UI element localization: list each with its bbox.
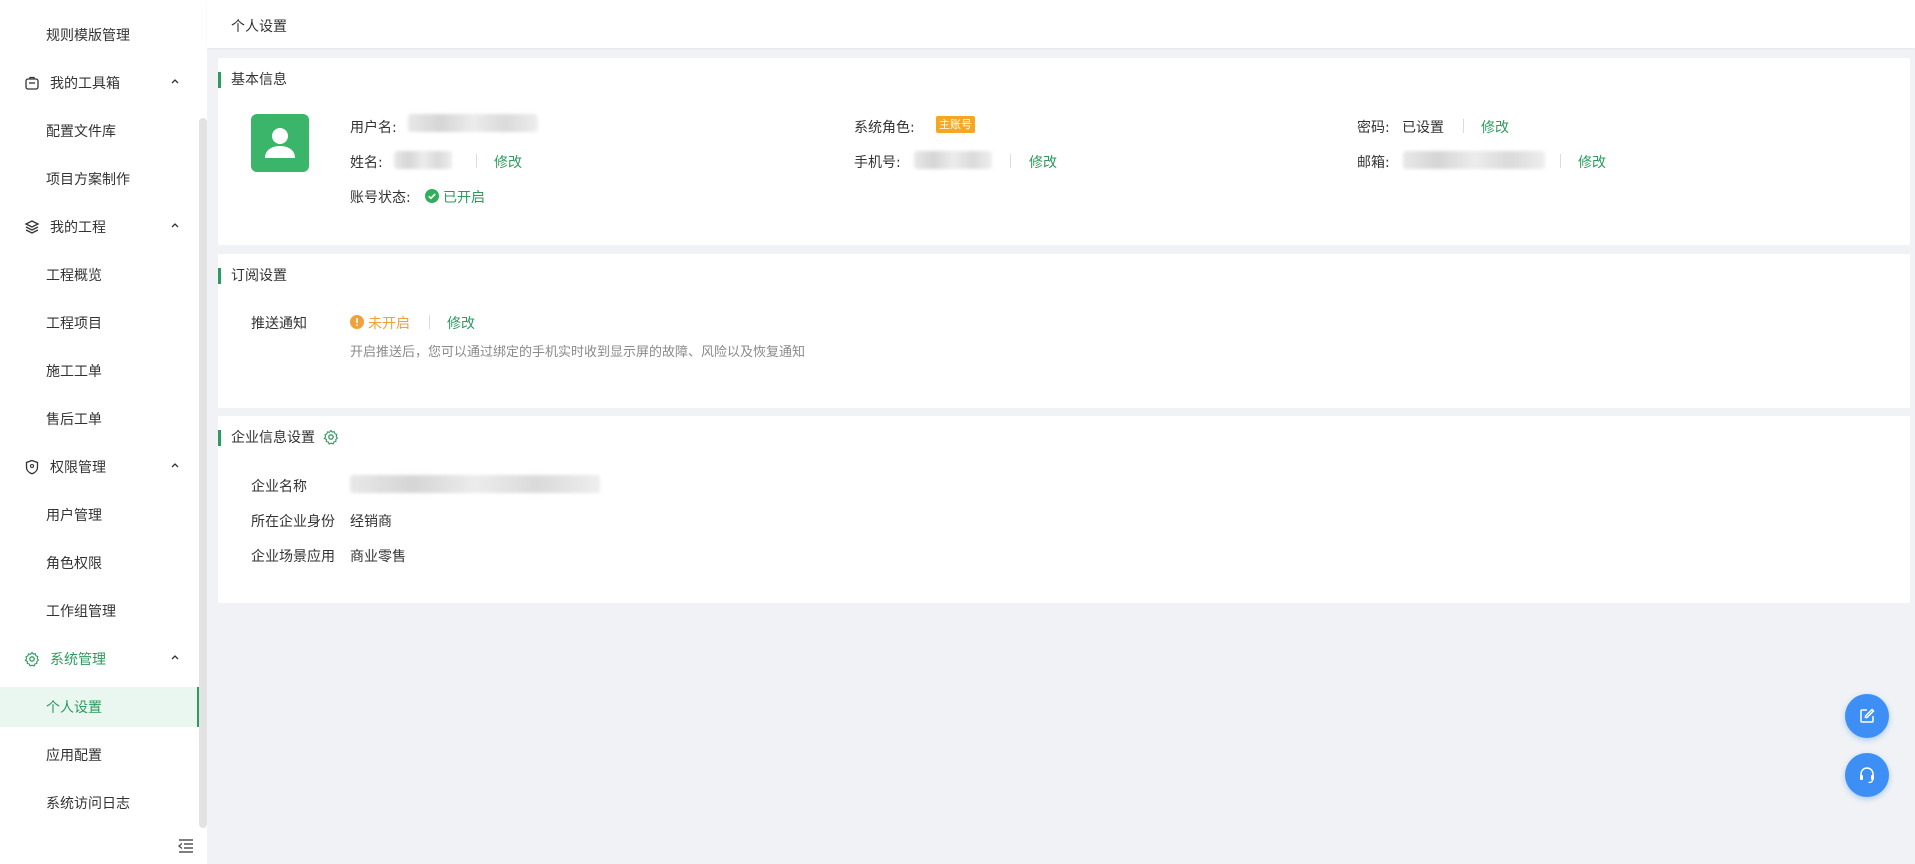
edit-phone-link[interactable]: 修改 xyxy=(1029,152,1057,172)
sidebar-scrollbar[interactable] xyxy=(199,118,207,828)
sidebar-item-personal-settings[interactable]: 个人设置 xyxy=(0,687,199,727)
account-status-value: 已开启 xyxy=(443,190,485,206)
toolbox-icon xyxy=(24,75,40,91)
sidebar-item-work-orders[interactable]: 施工工单 xyxy=(0,351,197,391)
name-label: 姓名: xyxy=(350,155,383,171)
sidebar-group-label: 我的工具箱 xyxy=(50,76,120,92)
edit-push-link[interactable]: 修改 xyxy=(447,313,475,333)
push-notification-label: 推送通知 xyxy=(251,316,307,332)
sidebar-item-label: 配置文件库 xyxy=(46,124,116,140)
gear-icon[interactable] xyxy=(323,429,339,445)
password-label: 密码: xyxy=(1357,120,1390,136)
sidebar-group-system[interactable]: 系统管理 xyxy=(0,639,197,679)
sidebar-item-access-log[interactable]: 系统访问日志 xyxy=(0,783,197,823)
sidebar-group-label: 权限管理 xyxy=(50,460,106,476)
sidebar-item-config-library[interactable]: 配置文件库 xyxy=(0,111,197,151)
phone-value-redacted xyxy=(914,151,992,169)
push-status: 未开启 xyxy=(368,316,410,332)
layers-icon xyxy=(24,219,40,235)
collapse-menu-icon[interactable] xyxy=(177,838,195,854)
company-identity-label: 所在企业身份 xyxy=(251,514,335,530)
basic-info-title: 基本信息 xyxy=(218,72,287,88)
sidebar-group-label: 系统管理 xyxy=(50,652,106,668)
sidebar-item-label: 工作组管理 xyxy=(46,604,116,620)
name-value-redacted xyxy=(394,151,452,169)
sidebar-item-project-overview[interactable]: 工程概览 xyxy=(0,255,197,295)
feedback-button[interactable] xyxy=(1845,694,1889,738)
breadcrumb: 个人设置 xyxy=(231,19,287,35)
edit-icon xyxy=(1860,708,1875,723)
sidebar-item-rule-template[interactable]: 规则模版管理 xyxy=(0,15,197,55)
company-identity-value: 经销商 xyxy=(350,514,392,530)
sidebar-item-app-config[interactable]: 应用配置 xyxy=(0,735,197,775)
password-value: 已设置 xyxy=(1402,120,1444,136)
sidebar-item-label: 施工工单 xyxy=(46,364,102,380)
username-label: 用户名: xyxy=(350,120,397,136)
sidebar-item-label: 工程概览 xyxy=(46,268,102,284)
company-name-redacted xyxy=(350,475,600,493)
basic-info-card: 基本信息 用户名: 姓名: 修改 账号状态: 已开启 系统角色: 主账号 手机号… xyxy=(218,58,1910,245)
divider xyxy=(1463,119,1464,133)
sidebar-item-after-sales[interactable]: 售后工单 xyxy=(0,399,197,439)
sidebar-group-projects[interactable]: 我的工程 xyxy=(0,207,197,247)
sidebar-item-label: 应用配置 xyxy=(46,748,102,764)
page-header: 个人设置 xyxy=(207,0,1915,48)
divider xyxy=(429,315,430,329)
chevron-up-icon xyxy=(171,463,179,468)
sidebar-item-workgroup[interactable]: 工作组管理 xyxy=(0,591,197,631)
shield-icon xyxy=(24,459,40,475)
sidebar-item-label: 用户管理 xyxy=(46,508,102,524)
subscription-title: 订阅设置 xyxy=(218,268,287,284)
sidebar-item-label: 项目方案制作 xyxy=(46,172,130,188)
gear-icon xyxy=(24,651,40,667)
chevron-up-icon xyxy=(171,79,179,84)
email-value-redacted xyxy=(1403,151,1545,169)
customer-service-button[interactable] xyxy=(1845,753,1889,797)
chevron-up-icon xyxy=(171,223,179,228)
warning-circle-icon xyxy=(350,315,364,329)
email-label: 邮箱: xyxy=(1357,155,1390,171)
headset-icon xyxy=(1860,767,1874,784)
company-name-label: 企业名称 xyxy=(251,479,307,495)
sidebar-item-label: 售后工单 xyxy=(46,412,102,428)
divider xyxy=(1560,154,1561,168)
sidebar-item-label: 系统访问日志 xyxy=(46,796,130,812)
divider xyxy=(1010,154,1011,168)
company-card: 企业信息设置 企业名称 所在企业身份 经销商 企业场景应用 商业零售 xyxy=(218,416,1910,603)
account-status-label: 账号状态: xyxy=(350,190,411,206)
sidebar: 规则模版管理 我的工具箱 配置文件库 项目方案制作 我的工程 工程概览 工程项目… xyxy=(0,0,207,864)
sidebar-item-label: 角色权限 xyxy=(46,556,102,572)
divider xyxy=(476,154,477,168)
sidebar-item-user-management[interactable]: 用户管理 xyxy=(0,495,197,535)
sidebar-group-toolbox[interactable]: 我的工具箱 xyxy=(0,63,197,103)
sidebar-item-projects[interactable]: 工程项目 xyxy=(0,303,197,343)
sidebar-item-label: 个人设置 xyxy=(46,700,102,716)
sidebar-item-project-plan[interactable]: 项目方案制作 xyxy=(0,159,197,199)
sidebar-item-label: 规则模版管理 xyxy=(46,28,130,44)
edit-email-link[interactable]: 修改 xyxy=(1578,152,1606,172)
username-value-redacted xyxy=(408,114,538,132)
company-scenario-value: 商业零售 xyxy=(350,549,406,565)
check-circle-icon xyxy=(425,189,439,203)
role-badge: 主账号 xyxy=(936,116,975,133)
sidebar-group-permissions[interactable]: 权限管理 xyxy=(0,447,197,487)
sidebar-item-role-permissions[interactable]: 角色权限 xyxy=(0,543,197,583)
push-hint: 开启推送后，您可以通过绑定的手机实时收到显示屏的故障、风险以及恢复通知 xyxy=(350,345,806,360)
avatar xyxy=(251,114,309,172)
sidebar-group-label: 我的工程 xyxy=(50,220,106,236)
edit-password-link[interactable]: 修改 xyxy=(1481,117,1509,137)
subscription-card: 订阅设置 推送通知 未开启 修改 开启推送后，您可以通过绑定的手机实时收到显示屏… xyxy=(218,254,1910,408)
company-scenario-label: 企业场景应用 xyxy=(251,549,335,565)
role-label: 系统角色: xyxy=(854,120,915,136)
phone-label: 手机号: xyxy=(854,155,901,171)
company-title: 企业信息设置 xyxy=(218,430,315,446)
edit-name-link[interactable]: 修改 xyxy=(494,152,522,172)
user-icon xyxy=(265,128,295,158)
chevron-up-icon xyxy=(171,655,179,660)
sidebar-item-label: 工程项目 xyxy=(46,316,102,332)
